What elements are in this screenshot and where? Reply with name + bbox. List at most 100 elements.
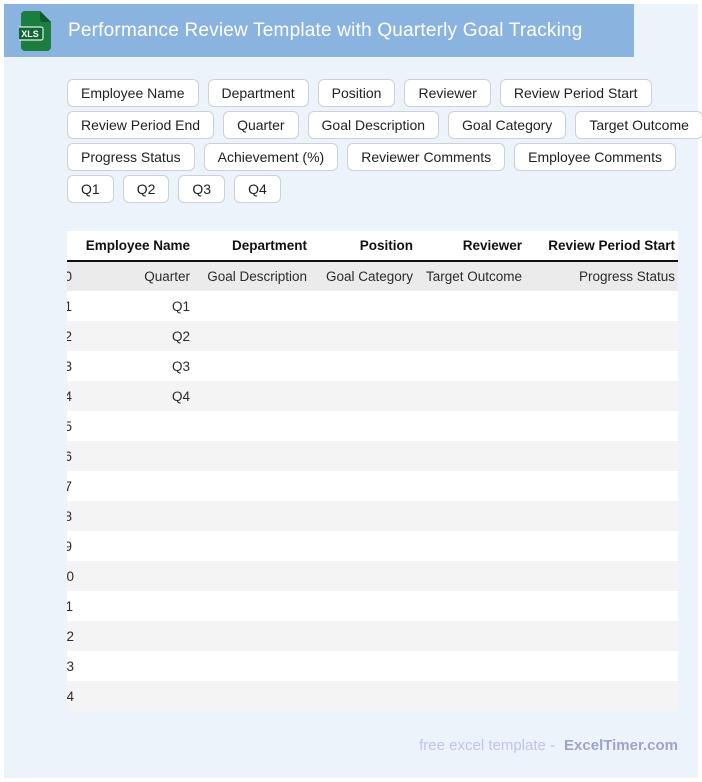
field-chip: Goal Description	[307, 111, 440, 139]
field-chip: Employee Name	[67, 79, 199, 107]
table-cell	[193, 351, 310, 381]
table-cell	[310, 651, 416, 681]
row-number: 13	[67, 651, 74, 681]
table-row: 14	[67, 681, 678, 711]
page-title: Performance Review Template with Quarter…	[68, 19, 583, 41]
table-cell	[310, 501, 416, 531]
table-row: 6	[67, 441, 678, 471]
table-cell	[416, 291, 525, 321]
column-header: Reviewer	[416, 231, 525, 262]
table-cell	[74, 411, 193, 441]
table-cell: Goal Description	[193, 261, 310, 291]
field-chip: Quarter	[223, 111, 299, 139]
table-cell: Goal Category	[310, 261, 416, 291]
table-row: 4 Q4	[67, 381, 678, 411]
table-cell	[416, 591, 525, 621]
table-cell	[74, 621, 193, 651]
table-cell	[74, 531, 193, 561]
table-cell	[416, 381, 525, 411]
table-cell: Quarter	[74, 261, 193, 291]
table-cell	[310, 621, 416, 651]
table-cell	[525, 441, 678, 471]
table-cell	[525, 681, 678, 711]
table-row: 11	[67, 591, 678, 621]
table-cell	[416, 351, 525, 381]
table-cell	[193, 471, 310, 501]
table-cell	[416, 321, 525, 351]
chips-area: Employee Name Department Position Reviewer R…	[67, 79, 702, 207]
row-number: 7	[67, 471, 74, 501]
table-cell	[416, 441, 525, 471]
page-background: XLS Performance Review Template with Qua…	[4, 4, 702, 778]
table-cell	[416, 471, 525, 501]
row-number: 14	[67, 681, 74, 711]
column-header: Review Period Start	[525, 231, 678, 262]
xls-badge-label: XLS	[21, 29, 39, 39]
field-chip: Q3	[178, 175, 226, 203]
table-cell	[193, 531, 310, 561]
table-cell	[193, 681, 310, 711]
table-cell	[193, 381, 310, 411]
row-number: 10	[67, 561, 74, 591]
table-cell: Target Outcome	[416, 261, 525, 291]
table-row: 0QuarterGoal DescriptionGoal CategoryTar…	[67, 261, 678, 291]
table-cell	[193, 651, 310, 681]
field-chip: Review Period Start	[499, 79, 652, 107]
table-cell	[416, 501, 525, 531]
table-cell	[74, 561, 193, 591]
table-cell	[310, 531, 416, 561]
field-chip: Progress Status	[67, 143, 195, 171]
row-number: 5	[67, 411, 74, 441]
header-bar: XLS Performance Review Template with Qua…	[4, 4, 634, 57]
column-header: Employee Name	[74, 231, 193, 262]
row-number: 3	[67, 351, 74, 381]
field-chip: Position	[317, 79, 396, 107]
table-row: 3 Q3	[67, 351, 678, 381]
table-cell	[525, 651, 678, 681]
table-cell	[74, 471, 193, 501]
table-cell	[525, 291, 678, 321]
row-number: 1	[67, 291, 74, 321]
table-cell	[310, 381, 416, 411]
xls-file-icon: XLS	[19, 10, 51, 51]
row-number: 6	[67, 441, 74, 471]
table-cell	[310, 321, 416, 351]
table-cell	[74, 441, 193, 471]
table-cell	[310, 561, 416, 591]
table-cell	[416, 561, 525, 591]
chip-row: Employee Name Department Position Reviewer R…	[67, 79, 687, 107]
table-row: 5	[67, 411, 678, 441]
table-cell	[525, 591, 678, 621]
table-header-row: Employee Name Department Position Reviewer R…	[67, 231, 678, 262]
footer: free excel template - ExcelTimer.com	[419, 737, 678, 754]
table-cell	[525, 531, 678, 561]
table-cell	[310, 681, 416, 711]
table-cell	[193, 321, 310, 351]
table-cell	[193, 591, 310, 621]
field-chip: Target Outcome	[575, 111, 702, 139]
table-row: 8	[67, 501, 678, 531]
field-chip: Q1	[67, 175, 114, 203]
table-row: 1 Q1	[67, 291, 678, 321]
field-chip: Q4	[234, 175, 281, 203]
row-number: 11	[67, 591, 74, 621]
table-cell	[193, 621, 310, 651]
field-chip: Q2	[122, 175, 170, 203]
spreadsheet-preview: Employee Name Department Position Reviewer R…	[67, 231, 678, 711]
footer-caption: free excel template -	[419, 737, 556, 754]
table-cell	[525, 561, 678, 591]
table-cell	[525, 351, 678, 381]
table-cell: Q3	[74, 351, 193, 381]
row-number: 2	[67, 321, 74, 351]
brand-link[interactable]: ExcelTimer.com	[564, 737, 678, 754]
table-cell	[310, 591, 416, 621]
field-chip: Achievement (%)	[203, 143, 339, 171]
table-cell	[525, 471, 678, 501]
table-cell	[525, 501, 678, 531]
table-cell	[310, 351, 416, 381]
field-chip: Department	[207, 79, 309, 107]
table-cell	[74, 681, 193, 711]
field-chip: Goal Category	[448, 111, 567, 139]
table-cell	[525, 411, 678, 441]
table-cell: Progress Status	[525, 261, 678, 291]
